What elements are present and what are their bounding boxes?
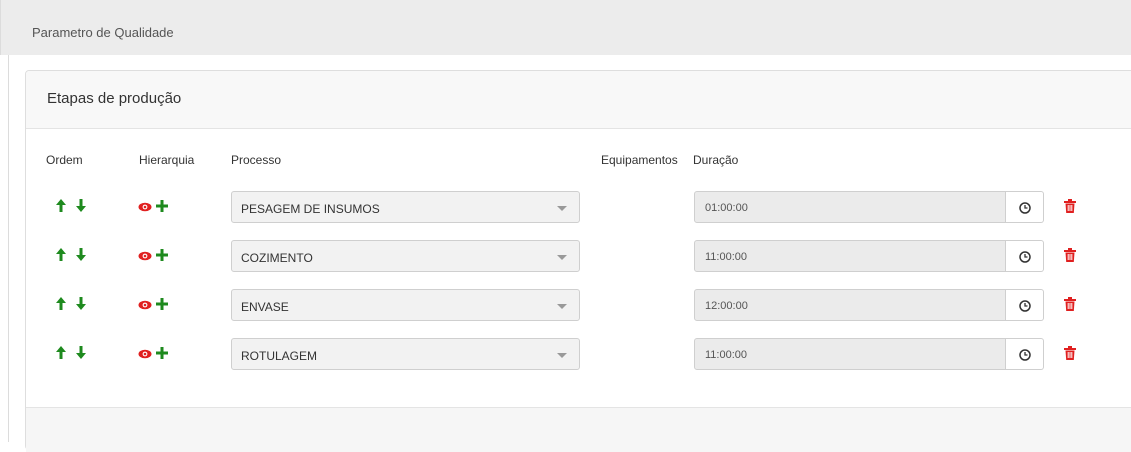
clock-icon <box>1019 251 1031 263</box>
duration-input[interactable]: 11:00:00 <box>694 240 1006 272</box>
trash-icon[interactable] <box>1064 346 1076 365</box>
panel-footer <box>26 407 1131 452</box>
production-steps-panel: Etapas de produção Ordem Hierarquia Proc… <box>25 70 1131 452</box>
chevron-down-icon <box>557 206 567 211</box>
eye-icon[interactable] <box>138 297 152 315</box>
process-select-value: COZIMENTO <box>241 251 313 265</box>
duration-value: 12:00:00 <box>705 300 748 312</box>
hierarchy-controls <box>138 297 178 313</box>
duration-input[interactable]: 12:00:00 <box>694 289 1006 321</box>
plus-icon[interactable] <box>156 248 169 266</box>
clock-icon <box>1019 349 1031 361</box>
duration-input[interactable]: 11:00:00 <box>694 338 1006 370</box>
plus-icon[interactable] <box>156 297 169 315</box>
clock-icon <box>1019 202 1031 214</box>
order-controls <box>56 297 96 313</box>
order-controls <box>56 346 96 362</box>
table-row: PESAGEM DE INSUMOS 01:00:00 <box>26 191 1126 225</box>
eye-icon[interactable] <box>138 346 152 364</box>
process-select[interactable]: ENVASE <box>231 289 580 321</box>
clock-button[interactable] <box>1006 191 1044 223</box>
eye-icon[interactable] <box>138 199 152 217</box>
clock-button[interactable] <box>1006 289 1044 321</box>
clock-button[interactable] <box>1006 338 1044 370</box>
table-row: ENVASE 12:00:00 <box>26 289 1126 323</box>
chevron-down-icon <box>557 353 567 358</box>
table-row: COZIMENTO 11:00:00 <box>26 240 1126 274</box>
arrow-down-icon[interactable] <box>76 248 87 266</box>
duration-value: 11:00:00 <box>705 251 748 263</box>
plus-icon[interactable] <box>156 346 169 364</box>
page-title: Parametro de Qualidade <box>32 25 174 40</box>
column-header-duracao: Duração <box>693 153 739 167</box>
panel-header: Etapas de produção <box>26 71 1131 129</box>
plus-icon[interactable] <box>156 199 169 217</box>
process-select-value: ENVASE <box>241 300 289 314</box>
chevron-down-icon <box>557 304 567 309</box>
arrow-down-icon[interactable] <box>76 346 87 364</box>
arrow-up-icon[interactable] <box>56 248 66 266</box>
trash-icon[interactable] <box>1064 248 1076 267</box>
process-select[interactable]: PESAGEM DE INSUMOS <box>231 191 580 223</box>
clock-button[interactable] <box>1006 240 1044 272</box>
duration-value: 01:00:00 <box>705 202 748 214</box>
arrow-up-icon[interactable] <box>56 346 66 364</box>
table-row: ROTULAGEM 11:00:00 <box>26 338 1126 372</box>
process-select-value: ROTULAGEM <box>241 349 318 363</box>
clock-icon <box>1019 300 1031 312</box>
panel-title: Etapas de produção <box>47 90 182 107</box>
process-select-value: PESAGEM DE INSUMOS <box>241 202 380 216</box>
column-header-equipamentos: Equipamentos <box>601 153 678 167</box>
hierarchy-controls <box>138 346 178 362</box>
arrow-down-icon[interactable] <box>76 199 87 217</box>
column-header-hierarquia: Hierarquia <box>139 153 195 167</box>
arrow-up-icon[interactable] <box>56 297 66 315</box>
column-header-processo: Processo <box>231 153 282 167</box>
trash-icon[interactable] <box>1064 199 1076 218</box>
hierarchy-controls <box>138 248 178 264</box>
process-select[interactable]: ROTULAGEM <box>231 338 580 370</box>
page-header: Parametro de Qualidade <box>0 0 1131 55</box>
order-controls <box>56 248 96 264</box>
trash-icon[interactable] <box>1064 297 1076 316</box>
arrow-down-icon[interactable] <box>76 297 87 315</box>
duration-value: 11:00:00 <box>705 349 748 361</box>
column-header-ordem: Ordem <box>46 153 83 167</box>
arrow-up-icon[interactable] <box>56 199 66 217</box>
eye-icon[interactable] <box>138 248 152 266</box>
duration-input[interactable]: 01:00:00 <box>694 191 1006 223</box>
chevron-down-icon <box>557 255 567 260</box>
left-divider <box>8 55 9 442</box>
hierarchy-controls <box>138 199 178 215</box>
process-select[interactable]: COZIMENTO <box>231 240 580 272</box>
order-controls <box>56 199 96 215</box>
